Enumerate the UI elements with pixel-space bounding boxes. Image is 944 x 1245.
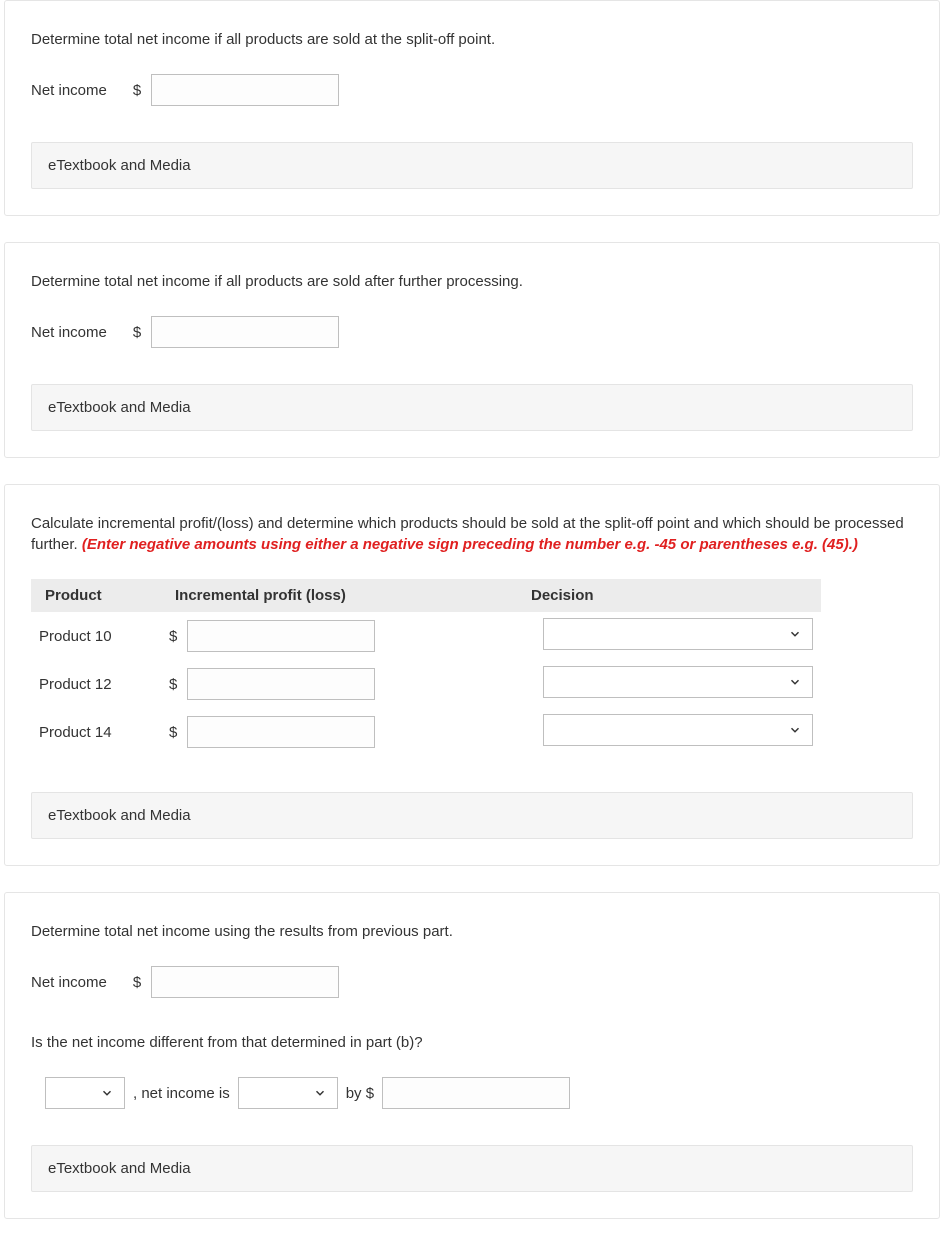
yes-no-select[interactable] xyxy=(45,1077,125,1109)
chevron-down-icon xyxy=(100,1086,114,1100)
etextbook-button[interactable]: eTextbook and Media xyxy=(31,142,913,189)
etextbook-button[interactable]: eTextbook and Media xyxy=(31,1145,913,1192)
net-income-label: Net income xyxy=(31,324,107,341)
incremental-input[interactable] xyxy=(187,668,375,700)
sub-instruction: Is the net income different from that de… xyxy=(31,1034,913,1051)
chevron-down-icon xyxy=(313,1086,327,1100)
currency-symbol: $ xyxy=(133,974,141,991)
chevron-down-icon xyxy=(788,627,802,641)
table-row: Product 12 $ xyxy=(31,660,821,708)
sentence-by: by $ xyxy=(346,1085,374,1102)
sentence-mid: , net income is xyxy=(133,1085,230,1102)
product-name: Product 12 xyxy=(31,660,161,708)
product-name: Product 10 xyxy=(31,612,161,660)
net-income-input[interactable] xyxy=(151,316,339,348)
header-product: Product xyxy=(31,579,161,612)
instruction-red: (Enter negative amounts using either a n… xyxy=(82,536,858,553)
sentence-row: , net income is by $ xyxy=(45,1077,913,1109)
instruction-text: Determine total net income if all produc… xyxy=(31,271,913,292)
section-further-processing: Determine total net income if all produc… xyxy=(4,242,940,458)
higher-lower-select[interactable] xyxy=(238,1077,338,1109)
table-row: Product 14 $ xyxy=(31,708,821,756)
net-income-row: Net income $ xyxy=(31,316,913,348)
decision-select[interactable] xyxy=(543,618,813,650)
product-name: Product 14 xyxy=(31,708,161,756)
net-income-label: Net income xyxy=(31,974,107,991)
header-decision: Decision xyxy=(501,579,821,612)
etextbook-button[interactable]: eTextbook and Media xyxy=(31,792,913,839)
instruction-text: Calculate incremental profit/(loss) and … xyxy=(31,513,913,555)
instruction-text: Determine total net income using the res… xyxy=(31,921,913,942)
difference-input[interactable] xyxy=(382,1077,570,1109)
net-income-row: Net income $ xyxy=(31,74,913,106)
net-income-input[interactable] xyxy=(151,966,339,998)
chevron-down-icon xyxy=(788,723,802,737)
net-income-input[interactable] xyxy=(151,74,339,106)
incremental-table: Product Incremental profit (loss) Decisi… xyxy=(31,579,821,756)
incremental-input[interactable] xyxy=(187,716,375,748)
currency-symbol: $ xyxy=(169,628,177,645)
instruction-text: Determine total net income if all produc… xyxy=(31,29,913,50)
currency-symbol: $ xyxy=(133,324,141,341)
decision-select[interactable] xyxy=(543,666,813,698)
etextbook-button[interactable]: eTextbook and Media xyxy=(31,384,913,431)
table-row: Product 10 $ xyxy=(31,612,821,660)
section-splitoff: Determine total net income if all produc… xyxy=(4,0,940,216)
currency-symbol: $ xyxy=(133,82,141,99)
section-final: Determine total net income using the res… xyxy=(4,892,940,1219)
currency-symbol: $ xyxy=(169,724,177,741)
decision-select[interactable] xyxy=(543,714,813,746)
chevron-down-icon xyxy=(788,675,802,689)
net-income-row: Net income $ xyxy=(31,966,913,998)
net-income-label: Net income xyxy=(31,82,107,99)
section-incremental: Calculate incremental profit/(loss) and … xyxy=(4,484,940,866)
incremental-input[interactable] xyxy=(187,620,375,652)
currency-symbol: $ xyxy=(169,676,177,693)
header-incremental: Incremental profit (loss) xyxy=(161,579,501,612)
